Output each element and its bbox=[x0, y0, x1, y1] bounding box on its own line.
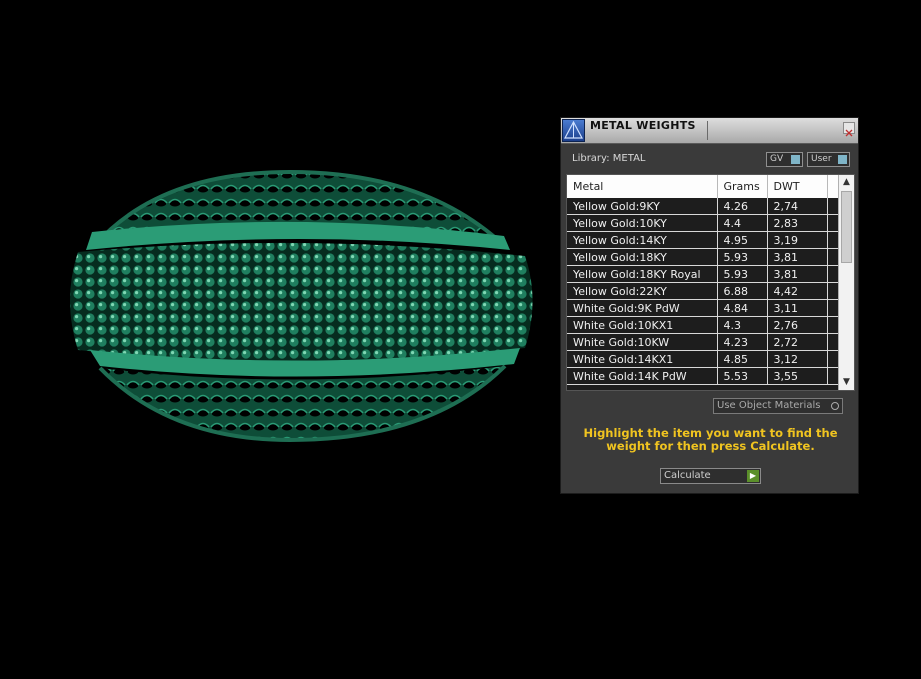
pyramid-logo-icon bbox=[562, 119, 585, 142]
grams-cell: 4.95 bbox=[717, 231, 768, 249]
close-button[interactable] bbox=[843, 122, 855, 137]
column-header-metal[interactable]: Metal bbox=[567, 175, 718, 198]
grams-cell: 4.26 bbox=[717, 198, 768, 215]
user-library-toggle[interactable]: User bbox=[807, 152, 850, 167]
metal-cell: White Gold:10KX1 bbox=[567, 316, 718, 334]
row-spacer bbox=[827, 265, 839, 283]
grams-cell: 4.3 bbox=[717, 316, 768, 334]
close-icon bbox=[845, 129, 853, 137]
titlebar-divider bbox=[707, 121, 708, 140]
dwt-cell: 3,55 bbox=[767, 367, 828, 385]
metal-weights-panel: METAL WEIGHTS Library: METAL GV User Met… bbox=[560, 117, 859, 494]
use-object-materials-option[interactable]: Use Object Materials bbox=[713, 398, 843, 414]
metal-cell: Yellow Gold:22KY bbox=[567, 282, 718, 300]
metal-table: Metal Grams DWT Yellow Gold:9KY 4.26 2,74 … bbox=[566, 174, 855, 391]
table-row[interactable]: Yellow Gold:9KY 4.26 2,74 bbox=[567, 198, 839, 215]
row-spacer bbox=[827, 299, 839, 317]
table-row[interactable]: White Gold:10KW 4.23 2,72 bbox=[567, 333, 839, 351]
grams-cell: 6.88 bbox=[717, 282, 768, 300]
beaded-center-band bbox=[70, 242, 533, 361]
grams-cell: 5.93 bbox=[717, 265, 768, 283]
gv-label: GV bbox=[770, 154, 784, 164]
metal-cell: Yellow Gold:9KY bbox=[567, 198, 718, 215]
calculate-label: Calculate bbox=[664, 470, 711, 481]
table-row[interactable]: Yellow Gold:10KY 4.4 2,83 bbox=[567, 214, 839, 232]
metal-cell: White Gold:9K PdW bbox=[567, 299, 718, 317]
row-spacer bbox=[827, 282, 839, 300]
gv-toggle-indicator bbox=[791, 155, 800, 164]
library-label: Library: METAL bbox=[572, 153, 646, 164]
table-row[interactable]: Yellow Gold:22KY 6.88 4,42 bbox=[567, 282, 839, 300]
dwt-cell: 3,12 bbox=[767, 350, 828, 368]
dwt-cell: 3,81 bbox=[767, 248, 828, 266]
row-spacer bbox=[827, 214, 839, 232]
chevron-down-icon[interactable]: ▼ bbox=[839, 375, 854, 390]
instruction-text: Highlight the item you want to find the … bbox=[583, 426, 838, 453]
grams-cell: 4.23 bbox=[717, 333, 768, 351]
table-row[interactable]: White Gold:9K PdW 4.84 3,11 bbox=[567, 299, 839, 317]
table-row[interactable]: Yellow Gold:14KY 4.95 3,19 bbox=[567, 231, 839, 249]
lower-filigree-band bbox=[100, 366, 505, 440]
table-scrollbar[interactable]: ▲ ▼ bbox=[838, 175, 854, 390]
table-row[interactable]: White Gold:14KX1 4.85 3,12 bbox=[567, 350, 839, 368]
dwt-cell: 2,83 bbox=[767, 214, 828, 232]
use-object-materials-label: Use Object Materials bbox=[717, 400, 821, 411]
row-spacer bbox=[827, 198, 839, 215]
user-label: User bbox=[811, 154, 832, 164]
radio-icon bbox=[831, 402, 839, 410]
row-spacer bbox=[827, 316, 839, 334]
row-spacer bbox=[827, 350, 839, 368]
metal-weights-table: Metal Grams DWT Yellow Gold:9KY 4.26 2,74 … bbox=[567, 175, 839, 385]
metal-cell: Yellow Gold:14KY bbox=[567, 231, 718, 249]
table-row[interactable]: White Gold:10KX1 4.3 2,76 bbox=[567, 316, 839, 334]
grams-cell: 4.84 bbox=[717, 299, 768, 317]
jewelry-model-render bbox=[70, 169, 533, 443]
chevron-up-icon[interactable]: ▲ bbox=[839, 175, 854, 190]
dwt-cell: 3,81 bbox=[767, 265, 828, 283]
row-spacer bbox=[827, 248, 839, 266]
play-arrow-icon: ▶ bbox=[747, 470, 759, 482]
dwt-cell: 2,72 bbox=[767, 333, 828, 351]
panel-title: METAL WEIGHTS bbox=[590, 119, 696, 132]
dwt-cell: 3,11 bbox=[767, 299, 828, 317]
metal-cell: Yellow Gold:18KY Royal bbox=[567, 265, 718, 283]
user-toggle-indicator bbox=[838, 155, 847, 164]
dwt-cell: 2,76 bbox=[767, 316, 828, 334]
dwt-cell: 4,42 bbox=[767, 282, 828, 300]
metal-cell: White Gold:14K PdW bbox=[567, 367, 718, 385]
table-header-row: Metal Grams DWT bbox=[567, 175, 839, 198]
row-spacer bbox=[827, 367, 839, 385]
grams-cell: 5.53 bbox=[717, 367, 768, 385]
scroll-thumb[interactable] bbox=[841, 191, 852, 263]
table-row[interactable]: White Gold:14K PdW 5.53 3,55 bbox=[567, 367, 839, 385]
column-header-dwt[interactable]: DWT bbox=[767, 175, 828, 198]
gv-library-toggle[interactable]: GV bbox=[766, 152, 803, 167]
metal-cell: White Gold:14KX1 bbox=[567, 350, 718, 368]
metal-cell: White Gold:10KW bbox=[567, 333, 718, 351]
grams-cell: 5.93 bbox=[717, 248, 768, 266]
grams-cell: 4.85 bbox=[717, 350, 768, 368]
table-row[interactable]: Yellow Gold:18KY 5.93 3,81 bbox=[567, 248, 839, 266]
grams-cell: 4.4 bbox=[717, 214, 768, 232]
3d-viewport[interactable] bbox=[0, 0, 555, 675]
table-row[interactable]: Yellow Gold:18KY Royal 5.93 3,81 bbox=[567, 265, 839, 283]
calculate-button[interactable]: Calculate ▶ bbox=[660, 468, 761, 484]
column-header-spacer bbox=[827, 175, 839, 198]
row-spacer bbox=[827, 231, 839, 249]
column-header-grams[interactable]: Grams bbox=[717, 175, 768, 198]
dwt-cell: 3,19 bbox=[767, 231, 828, 249]
dwt-cell: 2,74 bbox=[767, 198, 828, 215]
metal-cell: Yellow Gold:10KY bbox=[567, 214, 718, 232]
metal-cell: Yellow Gold:18KY bbox=[567, 248, 718, 266]
panel-titlebar[interactable]: METAL WEIGHTS bbox=[561, 118, 858, 144]
row-spacer bbox=[827, 333, 839, 351]
